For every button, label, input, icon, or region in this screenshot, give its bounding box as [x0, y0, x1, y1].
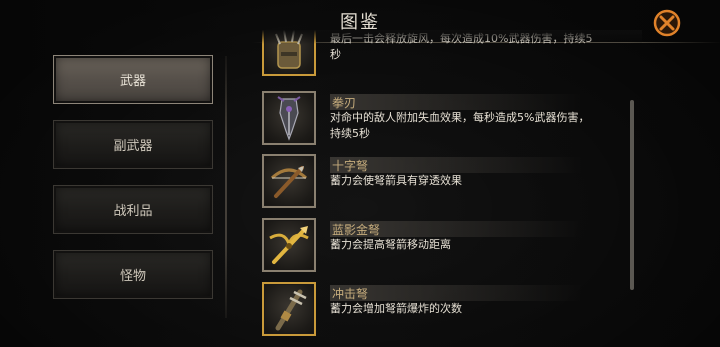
crossbow-icon — [270, 166, 308, 198]
item-icon-frame — [262, 154, 316, 208]
list-item[interactable]: 蓝影金弩 蓄力会提高弩箭移动距离 — [262, 218, 632, 276]
list-top-fade — [262, 30, 642, 44]
category-label: 怪物 — [119, 269, 146, 284]
item-description: 蓄力会使弩箭具有穿透效果 — [330, 173, 630, 189]
description-line: 蓄力会使弩箭具有穿透效果 — [330, 174, 462, 187]
category-weapons-button[interactable]: 武器 — [53, 55, 213, 104]
list-item[interactable]: 冲击弩 蓄力会增加弩箭爆炸的次数 — [262, 282, 632, 340]
item-description: 蓄力会提高弩箭移动距离 — [330, 237, 630, 253]
item-name: 冲击弩 — [330, 285, 582, 301]
description-line: 蓄力会增加弩箭爆炸的次数 — [330, 302, 462, 315]
panel-divider — [225, 56, 227, 318]
category-secondary-weapons-button[interactable]: 副武器 — [53, 120, 213, 169]
category-loot-button[interactable]: 战利品 — [53, 185, 213, 234]
category-label: 战利品 — [113, 204, 153, 219]
golden-crossbow-icon — [269, 226, 309, 264]
item-icon-frame — [262, 218, 316, 272]
description-line: 持续5秒 — [330, 127, 370, 140]
item-list[interactable]: 最后一击会释放旋风，每次造成10%武器伤害，持续5 秒 拳刃 对命中的敌人附加失… — [262, 30, 632, 347]
list-item[interactable]: 拳刃 对命中的敌人附加失血效果，每秒造成5%武器伤害， 持续5秒 — [262, 91, 632, 149]
description-line: 对命中的敌人附加失血效果，每秒造成5%武器伤害， — [330, 111, 590, 124]
category-label: 武器 — [119, 74, 146, 89]
item-name: 拳刃 — [330, 94, 582, 110]
impact-crossbow-icon — [275, 289, 307, 331]
item-icon-frame — [262, 91, 316, 145]
category-label: 副武器 — [113, 139, 153, 154]
item-name: 十字弩 — [330, 157, 582, 173]
close-icon — [653, 9, 681, 37]
close-button[interactable] — [652, 8, 682, 38]
list-scrollbar[interactable] — [630, 100, 634, 290]
item-icon-frame — [262, 282, 316, 336]
list-item[interactable]: 十字弩 蓄力会使弩箭具有穿透效果 — [262, 154, 632, 212]
item-name: 蓝影金弩 — [330, 221, 582, 237]
category-monsters-button[interactable]: 怪物 — [53, 250, 213, 299]
item-description: 蓄力会增加弩箭爆炸的次数 — [330, 301, 630, 317]
description-line: 秒 — [330, 48, 341, 61]
item-description: 对命中的敌人附加失血效果，每秒造成5%武器伤害， 持续5秒 — [330, 110, 630, 142]
description-line: 蓄力会提高弩箭移动距离 — [330, 238, 451, 251]
fist-blade-icon — [277, 96, 301, 141]
